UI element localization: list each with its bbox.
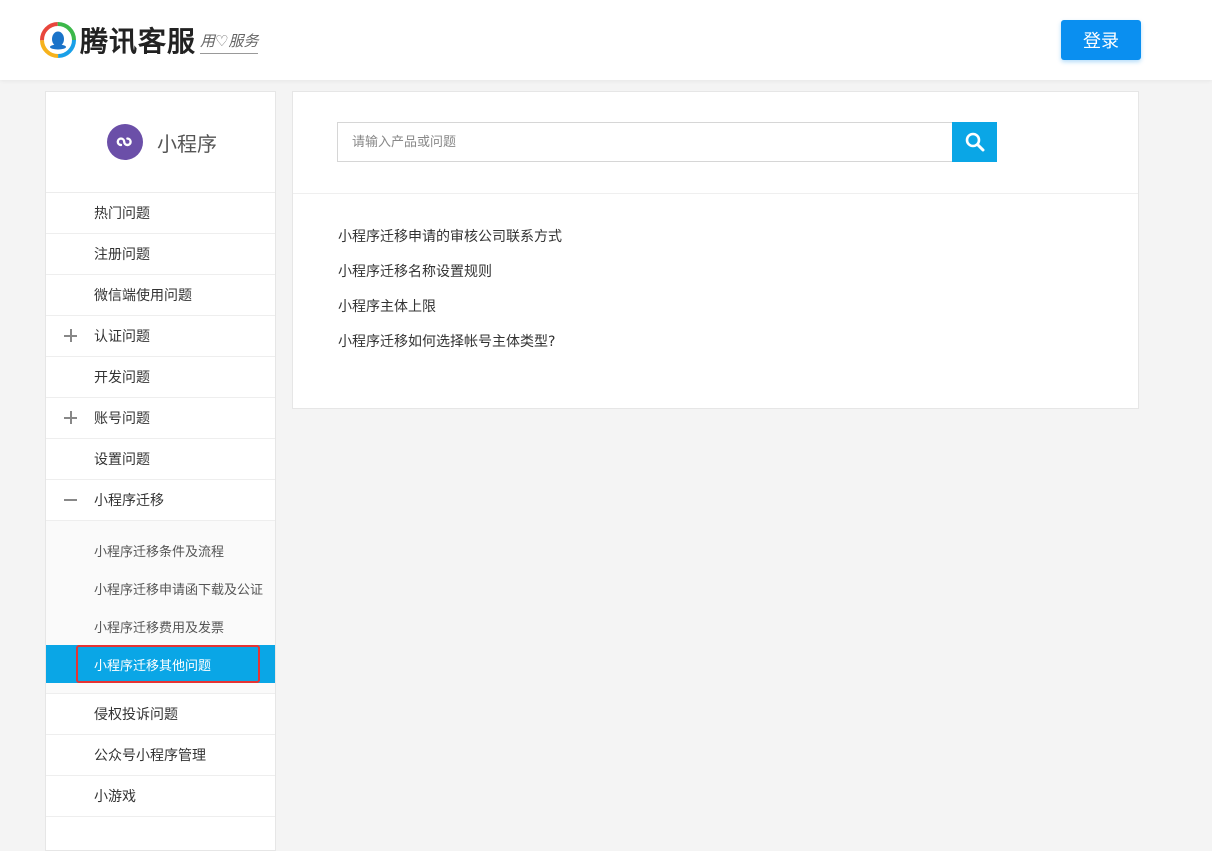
sidebar-item-development[interactable]: 开发问题 (46, 357, 275, 398)
tencent-kefu-logo[interactable]: 腾讯客服 用♡服务 (40, 22, 259, 58)
sidebar-title: 小程序 (157, 131, 217, 156)
main-panel: 小程序迁移申请的审核公司联系方式 小程序迁移名称设置规则 小程序主体上限 小程序… (292, 91, 1139, 409)
sidebar-item-certification[interactable]: 认证问题 (46, 316, 275, 357)
search-input[interactable] (337, 122, 952, 162)
expand-plus-icon[interactable] (64, 411, 78, 425)
sidebar-item-mini-games[interactable]: 小游戏 (46, 776, 275, 817)
login-button[interactable]: 登录 (1061, 20, 1141, 60)
article-list: 小程序迁移申请的审核公司联系方式 小程序迁移名称设置规则 小程序主体上限 小程序… (293, 194, 1138, 367)
subitem-label: 小程序迁移申请函下载及公证 (94, 582, 264, 598)
brand-name: 腾讯客服 (80, 25, 197, 58)
search-bar (293, 92, 1138, 194)
sidebar-item-settings[interactable]: 设置问题 (46, 439, 275, 480)
category-sidebar: 小程序 热门问题 注册问题 微信端使用问题 认证问题 开发问题 账号问题 设置问… (45, 91, 276, 851)
category-list-rest: 侵权投诉问题 公众号小程序管理 小游戏 (46, 694, 275, 817)
sidebar-item-infringement[interactable]: 侵权投诉问题 (46, 694, 275, 735)
subitem-migration-fees[interactable]: 小程序迁移费用及发票 (46, 607, 275, 645)
article-link[interactable]: 小程序迁移申请的审核公司联系方式 (338, 227, 1138, 262)
sidebar-item-hot[interactable]: 热门问题 (46, 193, 275, 234)
sidebar-item-official-account-management[interactable]: 公众号小程序管理 (46, 735, 275, 776)
subitem-label: 小程序迁移其他问题 (94, 658, 212, 674)
subitem-migration-letter-download[interactable]: 小程序迁移申请函下载及公证 (46, 569, 275, 607)
article-link[interactable]: 小程序迁移如何选择帐号主体类型? (338, 332, 1138, 367)
sidebar-item-label: 认证问题 (94, 329, 150, 345)
sidebar-item-wechat-usage[interactable]: 微信端使用问题 (46, 275, 275, 316)
sidebar-item-register[interactable]: 注册问题 (46, 234, 275, 275)
sidebar-item-migration[interactable]: 小程序迁移 (46, 480, 275, 521)
sidebar-item-label: 小游戏 (94, 789, 136, 805)
sidebar-header: 小程序 (46, 92, 275, 193)
subitem-label: 小程序迁移条件及流程 (94, 544, 225, 560)
top-header: 腾讯客服 用♡服务 登录 (0, 0, 1212, 80)
expand-plus-icon[interactable] (64, 329, 78, 343)
sidebar-item-label: 注册问题 (94, 247, 150, 263)
category-list: 热门问题 注册问题 微信端使用问题 认证问题 开发问题 账号问题 设置问题 小程… (46, 193, 275, 521)
mini-program-icon (107, 124, 143, 160)
subitem-migration-other[interactable]: 小程序迁移其他问题 (46, 645, 275, 683)
sidebar-item-account[interactable]: 账号问题 (46, 398, 275, 439)
search-button[interactable] (952, 122, 997, 162)
tencent-logo-icon (40, 22, 76, 58)
sidebar-item-label: 开发问题 (94, 370, 150, 386)
sidebar-item-label: 设置问题 (94, 452, 150, 468)
subitem-label: 小程序迁移费用及发票 (94, 620, 225, 636)
brand-slogan: 用♡服务 (200, 30, 259, 54)
subitem-migration-conditions[interactable]: 小程序迁移条件及流程 (46, 531, 275, 569)
sidebar-item-label: 账号问题 (94, 411, 150, 427)
article-link[interactable]: 小程序主体上限 (338, 297, 1138, 332)
sidebar-item-label: 热门问题 (94, 206, 150, 222)
sidebar-item-label: 侵权投诉问题 (94, 707, 178, 723)
sidebar-item-label: 公众号小程序管理 (94, 748, 206, 764)
search-icon (965, 132, 984, 152)
migration-subcategory-list: 小程序迁移条件及流程 小程序迁移申请函下载及公证 小程序迁移费用及发票 小程序迁… (46, 521, 275, 694)
article-link[interactable]: 小程序迁移名称设置规则 (338, 262, 1138, 297)
sidebar-item-label: 小程序迁移 (94, 493, 164, 509)
sidebar-item-label: 微信端使用问题 (94, 288, 192, 304)
collapse-minus-icon[interactable] (64, 493, 78, 507)
sub-spacer (46, 683, 275, 693)
